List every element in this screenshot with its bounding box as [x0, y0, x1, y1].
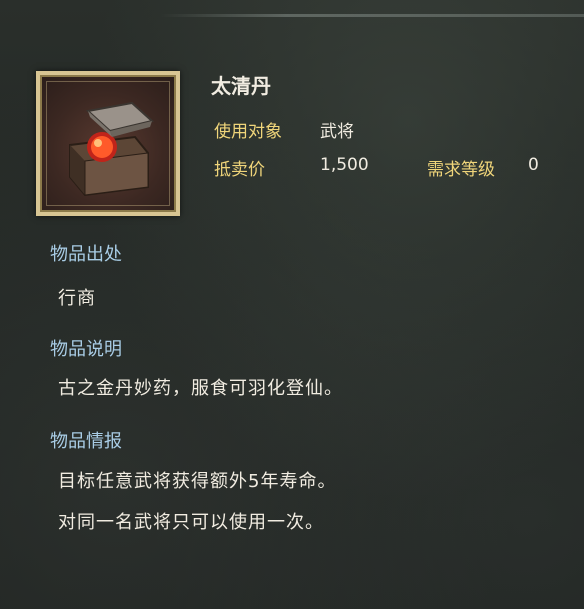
info-heading: 物品情报	[50, 431, 122, 452]
level-label: 需求等级	[427, 160, 495, 180]
use-target-label: 使用对象	[214, 122, 282, 142]
description-line: 古之金丹妙药，服食可羽化登仙。	[58, 378, 343, 399]
source-line: 行商	[58, 288, 96, 309]
info-line-2: 对同一名武将只可以使用一次。	[58, 512, 324, 533]
use-target-value: 武将	[320, 122, 354, 142]
price-label: 抵卖价	[214, 160, 265, 180]
item-tooltip-panel: 太清丹 使用对象 武将 抵卖价 1,500 需求等级 0 物品出处 行商 物品说…	[0, 0, 584, 609]
price-value: 1,500	[320, 155, 369, 175]
level-value: 0	[528, 155, 539, 175]
info-line-1: 目标任意武将获得额外5年寿命。	[58, 471, 337, 492]
item-icon-frame	[36, 71, 180, 216]
source-heading: 物品出处	[50, 244, 122, 265]
pill-box-icon	[69, 101, 155, 197]
top-divider	[160, 14, 584, 17]
item-name: 太清丹	[211, 74, 271, 98]
description-heading: 物品说明	[50, 339, 122, 360]
